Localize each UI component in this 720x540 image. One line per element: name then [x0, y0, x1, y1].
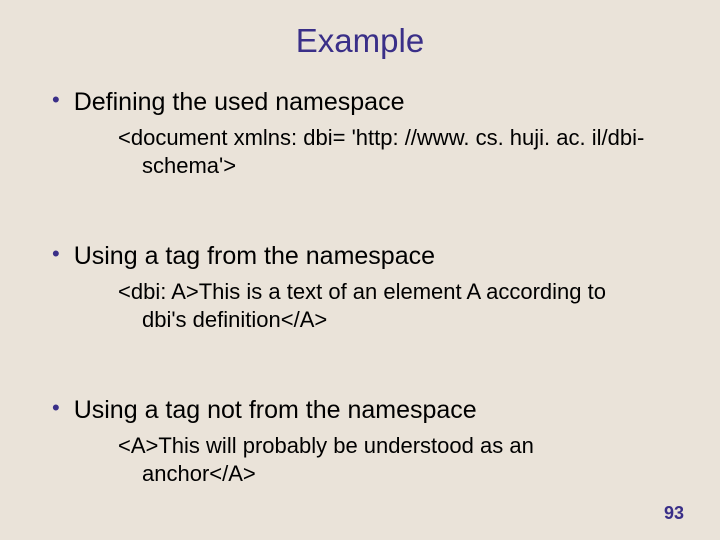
subtext-line: dbi's definition</A> — [118, 306, 680, 334]
bullet-dot-icon: • — [52, 394, 60, 422]
subtext-line: <A>This will probably be understood as a… — [118, 433, 534, 458]
slide: Example • Defining the used namespace <d… — [0, 0, 720, 540]
bullet-subtext: <document xmlns: dbi= 'http: //www. cs. … — [118, 124, 680, 190]
subtext-line: anchor</A> — [118, 460, 680, 488]
bullet-subtext: <dbi: A>This is a text of an element A a… — [118, 278, 680, 344]
subtext-line: <dbi: A>This is a text of an element A a… — [118, 279, 606, 304]
bullet-label: Using a tag from the namespace — [74, 240, 435, 272]
bullet-subtext: <A>This will probably be understood as a… — [118, 432, 680, 498]
bullet-item: • Defining the used namespace — [40, 86, 680, 118]
bullet-dot-icon: • — [52, 86, 60, 114]
bullet-item: • Using a tag from the namespace — [40, 240, 680, 272]
bullet-item: • Using a tag not from the namespace — [40, 394, 680, 426]
page-number: 93 — [664, 503, 684, 524]
slide-title: Example — [0, 0, 720, 66]
bullet-dot-icon: • — [52, 240, 60, 268]
bullet-label: Using a tag not from the namespace — [74, 394, 477, 426]
subtext-line: <document xmlns: dbi= 'http: //www. cs. … — [118, 125, 644, 150]
subtext-line: schema'> — [118, 152, 680, 180]
bullet-label: Defining the used namespace — [74, 86, 405, 118]
slide-content: • Defining the used namespace <document … — [0, 66, 720, 498]
